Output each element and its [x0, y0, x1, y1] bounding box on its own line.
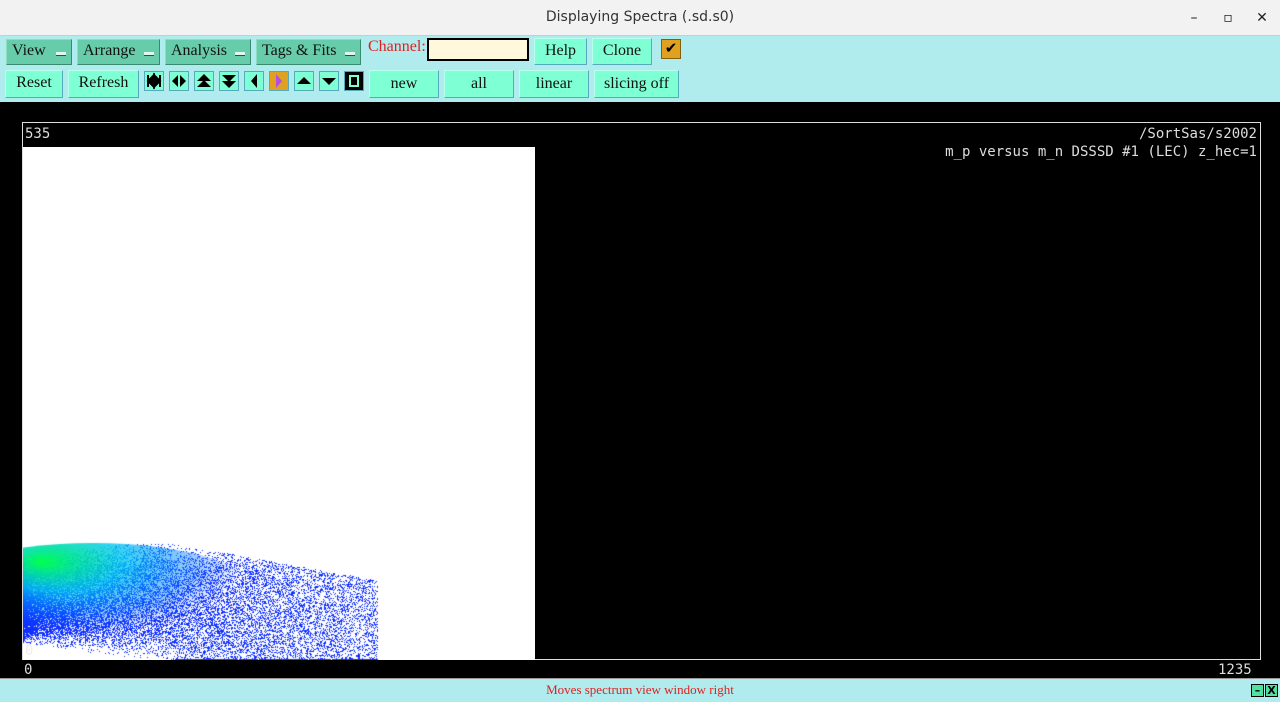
linear-button[interactable]: linear — [519, 70, 589, 98]
move-right-icon[interactable] — [269, 71, 289, 91]
menu-label: Arrange — [83, 42, 136, 59]
status-text: Moves spectrum view window right — [546, 682, 734, 697]
window-title: Displaying Spectra (.sd.s0) — [545, 9, 735, 25]
compress-vertical-icon[interactable] — [219, 71, 239, 91]
status-bar: Moves spectrum view window right – X — [0, 678, 1280, 702]
move-up-icon[interactable] — [294, 71, 314, 91]
spectrum-path: /SortSas/s2002 — [1138, 126, 1257, 142]
toolbar: View Arrange Analysis Tags & Fits Channe… — [0, 36, 1280, 102]
full-view-icon[interactable] — [344, 71, 364, 91]
clone-button[interactable]: Clone — [592, 38, 652, 65]
new-button[interactable]: new — [369, 70, 439, 98]
move-down-icon[interactable] — [319, 71, 339, 91]
y-max-label: 535 — [25, 126, 51, 142]
dropdown-indicator-icon — [56, 52, 66, 56]
dropdown-indicator-icon — [144, 52, 154, 56]
title-bar: Displaying Spectra (.sd.s0) – ▫ ✕ — [0, 0, 1280, 36]
move-left-icon[interactable] — [244, 71, 264, 91]
channel-label: Channel: — [368, 38, 426, 55]
menu-view[interactable]: View — [6, 39, 72, 65]
minimize-icon[interactable]: – — [1251, 684, 1264, 697]
menu-label: Tags & Fits — [262, 42, 337, 59]
close-button[interactable]: ✕ — [1252, 8, 1272, 28]
checkbox[interactable]: ✔ — [661, 39, 681, 59]
all-button[interactable]: all — [444, 70, 514, 98]
close-icon[interactable]: X — [1265, 684, 1278, 697]
x-min-label: 0 — [24, 662, 33, 678]
compress-horizontal-icon[interactable] — [169, 71, 189, 91]
help-button[interactable]: Help — [534, 38, 587, 65]
reset-button[interactable]: Reset — [5, 70, 63, 98]
dropdown-indicator-icon — [345, 52, 355, 56]
spectrum-title: m_p versus m_n DSSSD #1 (LEC) z_hec=1 — [945, 144, 1257, 160]
spectrum-plot[interactable]: 535 /SortSas/s2002 m_p versus m_n DSSSD … — [22, 122, 1261, 660]
menu-label: View — [12, 42, 46, 59]
menu-arrange[interactable]: Arrange — [77, 39, 160, 65]
scatter-heatmap — [23, 534, 383, 660]
menu-label: Analysis — [171, 42, 227, 59]
y-min-label: 0 — [25, 643, 34, 659]
expand-vertical-icon[interactable] — [194, 71, 214, 91]
expand-horizontal-icon[interactable] — [144, 71, 164, 91]
channel-input[interactable] — [427, 38, 529, 61]
slicing-button[interactable]: slicing off — [594, 70, 679, 98]
x-max-label: 1235 — [1218, 662, 1252, 678]
maximize-button[interactable]: ▫ — [1218, 8, 1238, 28]
menu-analysis[interactable]: Analysis — [165, 39, 251, 65]
minimize-button[interactable]: – — [1184, 8, 1204, 28]
menu-tags-fits[interactable]: Tags & Fits — [256, 39, 361, 65]
refresh-button[interactable]: Refresh — [68, 70, 139, 98]
dropdown-indicator-icon — [235, 52, 245, 56]
